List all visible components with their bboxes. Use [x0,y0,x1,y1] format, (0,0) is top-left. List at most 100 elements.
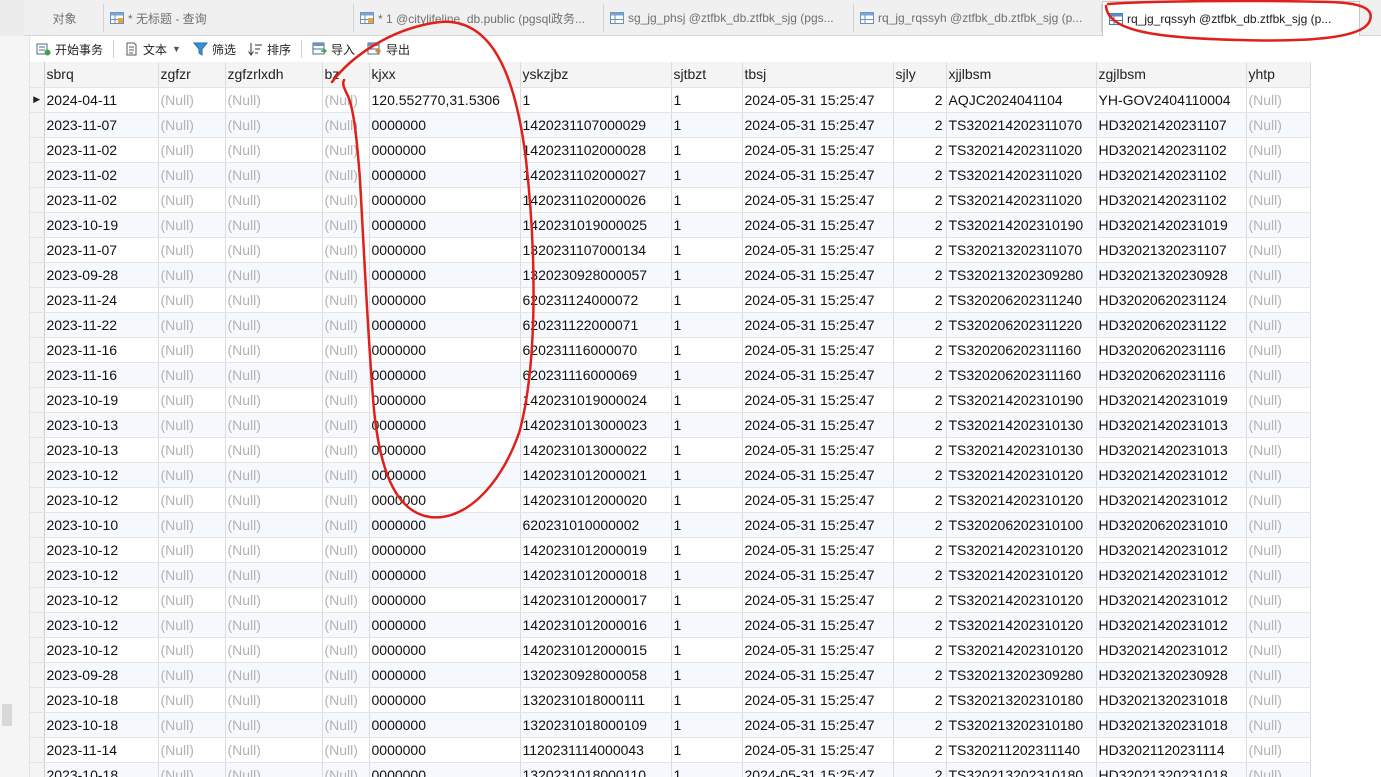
cell-sjtbzt[interactable]: 1 [671,587,743,613]
row-header[interactable] [30,412,45,438]
cell-sjly[interactable]: 2 [893,712,947,738]
table-row[interactable]: 2023-10-12 (Null) (Null) (Null) 0000000 14202… [30,637,1311,663]
cell-tbsj[interactable]: 2024-05-31 15:25:47 [742,362,894,388]
cell-bz[interactable]: (Null) [322,537,370,563]
cell-zgjlbsm[interactable]: HD32020620231010 [1096,512,1247,538]
cell-bz[interactable]: (Null) [322,312,370,338]
cell-zgjlbsm[interactable]: HD32020620231116 [1096,362,1247,388]
table-row[interactable]: 2023-11-02 (Null) (Null) (Null) 0000000 14202… [30,187,1311,213]
cell-zgfzrlxdh[interactable]: (Null) [225,337,323,363]
cell-sbrq[interactable]: 2023-10-12 [44,612,159,638]
cell-yskzjbz[interactable]: 620231010000002 [520,512,672,538]
cell-zgfzrlxdh[interactable]: (Null) [225,262,323,288]
cell-bz[interactable]: (Null) [322,137,370,163]
cell-bz[interactable]: (Null) [322,487,370,513]
cell-bz[interactable]: (Null) [322,387,370,413]
cell-zgfzrlxdh[interactable]: (Null) [225,687,323,713]
cell-tbsj[interactable]: 2024-05-31 15:25:47 [742,562,894,588]
cell-kjxx[interactable]: 0000000 [369,662,521,688]
cell-tbsj[interactable]: 2024-05-31 15:25:47 [742,637,894,663]
cell-tbsj[interactable]: 2024-05-31 15:25:47 [742,462,894,488]
cell-zgjlbsm[interactable]: HD32021120231114 [1096,737,1247,763]
cell-tbsj[interactable]: 2024-05-31 15:25:47 [742,112,894,138]
cell-bz[interactable]: (Null) [322,687,370,713]
cell-yskzjbz[interactable]: 1420231012000018 [520,562,672,588]
column-header-sjtbzt[interactable]: sjtbzt [671,62,743,88]
tab-untitled-query[interactable]: * 无标题 - 查询 [104,4,354,32]
cell-zgfzr[interactable]: (Null) [158,737,226,763]
cell-zgfzrlxdh[interactable]: (Null) [225,162,323,188]
cell-bz[interactable]: (Null) [322,437,370,463]
row-header[interactable] [30,512,45,538]
cell-kjxx[interactable]: 0000000 [369,287,521,313]
cell-tbsj[interactable]: 2024-05-31 15:25:47 [742,687,894,713]
cell-zgfzr[interactable]: (Null) [158,137,226,163]
cell-yhtp[interactable]: (Null) [1246,87,1311,113]
cell-kjxx[interactable]: 120.552770,31.5306 [369,87,521,113]
cell-sbrq[interactable]: 2023-11-02 [44,137,159,163]
cell-sjly[interactable]: 2 [893,112,947,138]
cell-xjjlbsm[interactable]: TS320214202310190 [946,387,1097,413]
table-row[interactable]: 2023-11-14 (Null) (Null) (Null) 0000000 11202… [30,737,1311,763]
table-row[interactable]: 2023-10-12 (Null) (Null) (Null) 0000000 14202… [30,462,1311,488]
cell-sbrq[interactable]: 2023-10-12 [44,637,159,663]
cell-zgjlbsm[interactable]: HD32021420231012 [1096,462,1247,488]
cell-yhtp[interactable]: (Null) [1246,537,1311,563]
table-row[interactable]: 2023-11-07 (Null) (Null) (Null) 0000000 14202… [30,112,1311,138]
cell-zgjlbsm[interactable]: HD32021320231107 [1096,237,1247,263]
cell-zgfzrlxdh[interactable]: (Null) [225,537,323,563]
cell-sjtbzt[interactable]: 1 [671,637,743,663]
sort-button[interactable]: 排序 [242,38,297,60]
import-button[interactable]: 导入 [306,38,361,60]
cell-yhtp[interactable]: (Null) [1246,287,1311,313]
begin-transaction-button[interactable]: 开始事务 [30,38,109,60]
cell-sjly[interactable]: 2 [893,437,947,463]
cell-yhtp[interactable]: (Null) [1246,562,1311,588]
cell-tbsj[interactable]: 2024-05-31 15:25:47 [742,137,894,163]
cell-sjly[interactable]: 2 [893,537,947,563]
cell-zgjlbsm[interactable]: HD32021420231012 [1096,487,1247,513]
cell-kjxx[interactable]: 0000000 [369,162,521,188]
cell-kjxx[interactable]: 0000000 [369,737,521,763]
cell-zgfzr[interactable]: (Null) [158,287,226,313]
table-row[interactable]: 2023-11-16 (Null) (Null) (Null) 0000000 62023… [30,362,1311,388]
cell-sjly[interactable]: 2 [893,562,947,588]
cell-tbsj[interactable]: 2024-05-31 15:25:47 [742,287,894,313]
cell-zgfzr[interactable]: (Null) [158,587,226,613]
cell-zgfzrlxdh[interactable]: (Null) [225,362,323,388]
tab-rq-jg-rqssyh-1[interactable]: rq_jg_rqssyh @ztfbk_db.ztfbk_sjg (p... [854,4,1102,32]
column-header-sjly[interactable]: sjly [893,62,947,88]
tab-rq-jg-rqssyh-active[interactable]: rq_jg_rqssyh @ztfbk_db.ztfbk_sjg (p... [1102,1,1360,36]
cell-tbsj[interactable]: 2024-05-31 15:25:47 [742,612,894,638]
cell-xjjlbsm[interactable]: TS320214202310130 [946,412,1097,438]
cell-zgfzrlxdh[interactable]: (Null) [225,487,323,513]
cell-zgfzr[interactable]: (Null) [158,162,226,188]
cell-yskzjbz[interactable]: 1420231012000020 [520,487,672,513]
cell-sbrq[interactable]: 2023-10-18 [44,687,159,713]
cell-bz[interactable]: (Null) [322,737,370,763]
cell-yskzjbz[interactable]: 1320231018000111 [520,687,672,713]
cell-zgfzr[interactable]: (Null) [158,637,226,663]
cell-bz[interactable]: (Null) [322,712,370,738]
cell-zgfzrlxdh[interactable]: (Null) [225,412,323,438]
table-row[interactable]: 2023-11-16 (Null) (Null) (Null) 0000000 62023… [30,337,1311,363]
cell-yskzjbz[interactable]: 1420231102000026 [520,187,672,213]
cell-zgfzrlxdh[interactable]: (Null) [225,87,323,113]
cell-zgfzrlxdh[interactable]: (Null) [225,562,323,588]
cell-yskzjbz[interactable]: 1420231012000016 [520,612,672,638]
table-row[interactable]: 2023-09-28 (Null) (Null) (Null) 0000000 13202… [30,662,1311,688]
cell-sjtbzt[interactable]: 1 [671,487,743,513]
cell-yskzjbz[interactable]: 1120231114000043 [520,737,672,763]
cell-xjjlbsm[interactable]: TS320206202311160 [946,337,1097,363]
cell-yskzjbz[interactable]: 1420231012000021 [520,462,672,488]
cell-zgfzrlxdh[interactable]: (Null) [225,512,323,538]
cell-sjly[interactable]: 2 [893,162,947,188]
table-row[interactable]: 2023-10-10 (Null) (Null) (Null) 0000000 62023… [30,512,1311,538]
cell-zgfzrlxdh[interactable]: (Null) [225,737,323,763]
cell-sjtbzt[interactable]: 1 [671,162,743,188]
cell-zgjlbsm[interactable]: HD32021420231102 [1096,162,1247,188]
cell-kjxx[interactable]: 0000000 [369,112,521,138]
cell-yskzjbz[interactable]: 1320231018000110 [520,762,672,777]
table-row[interactable]: 2023-11-24 (Null) (Null) (Null) 0000000 62023… [30,287,1311,313]
cell-yhtp[interactable]: (Null) [1246,137,1311,163]
